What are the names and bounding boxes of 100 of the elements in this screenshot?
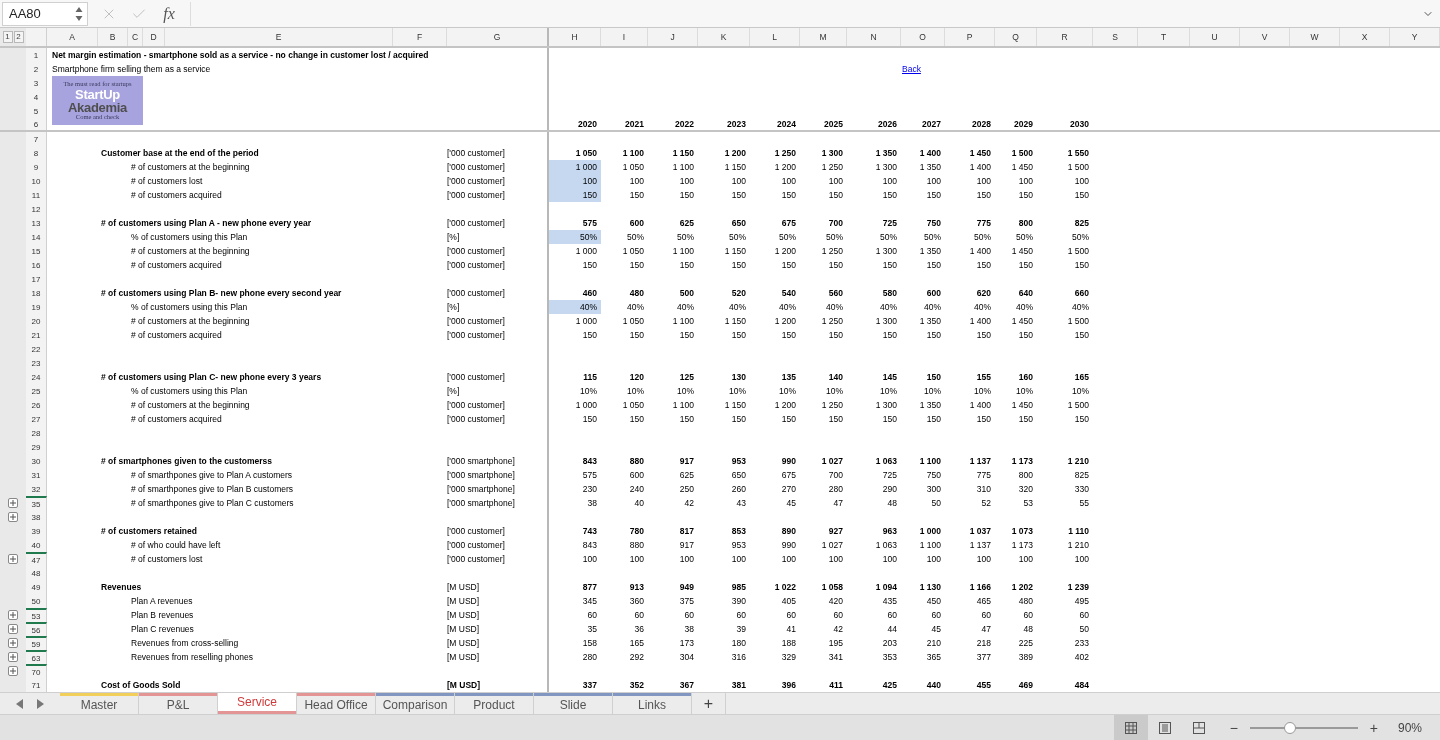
row-label: # of customers acquired: [131, 330, 222, 340]
value-cell-text: 1 050: [621, 315, 645, 328]
value-cell-text: 1 210: [1066, 455, 1090, 468]
value-cell-text: 188: [780, 637, 797, 650]
outline-level-button[interactable]: 2: [13, 31, 24, 43]
value-cell-text: 440: [925, 679, 942, 692]
previous-sheet-icon[interactable]: [16, 698, 23, 709]
row-label: # of customers at the beginning: [131, 162, 250, 172]
column-header[interactable]: O: [901, 28, 945, 46]
value-cell-text: 280: [827, 483, 844, 496]
expand-button[interactable]: [8, 638, 18, 648]
column-header[interactable]: B: [98, 28, 128, 46]
column-header[interactable]: U: [1190, 28, 1240, 46]
column-header[interactable]: P: [945, 28, 995, 46]
value-cell-text: 600: [628, 217, 645, 230]
expand-button[interactable]: [8, 652, 18, 662]
column-header[interactable]: R: [1037, 28, 1093, 46]
value-cell-text: 140: [827, 371, 844, 384]
column-header[interactable]: M: [800, 28, 847, 46]
column-header[interactable]: I: [601, 28, 648, 46]
zoom-in-button[interactable]: +: [1363, 719, 1384, 736]
column-header[interactable]: L: [750, 28, 800, 46]
next-sheet-icon[interactable]: [37, 698, 44, 709]
sheet-tab[interactable]: Service: [218, 693, 297, 714]
value-cell-text: 40%: [1015, 301, 1034, 314]
value-cell-text: 150: [1073, 413, 1090, 426]
row-number: 48: [26, 566, 47, 580]
expand-button[interactable]: [8, 498, 18, 508]
value-cell-text: 40%: [728, 301, 747, 314]
column-header[interactable]: K: [698, 28, 750, 46]
value-cell-text: 173: [678, 637, 695, 650]
value-cell-text: 316: [730, 651, 747, 664]
value-cell-text: 1 239: [1066, 581, 1090, 594]
row-label: Revenues from reselling phones: [131, 652, 253, 662]
value-cell-text: 150: [678, 259, 695, 272]
value-cell-text: 155: [975, 371, 992, 384]
column-header[interactable]: N: [847, 28, 901, 46]
value-cell-text: 1 250: [820, 315, 844, 328]
column-header[interactable]: E: [165, 28, 393, 46]
expand-button[interactable]: [8, 666, 18, 676]
expand-button[interactable]: [8, 610, 18, 620]
column-header[interactable]: W: [1290, 28, 1340, 46]
column-header[interactable]: D: [143, 28, 165, 46]
value-cell-text: 10%: [626, 385, 645, 398]
column-header[interactable]: X: [1340, 28, 1390, 46]
value-cell-text: 100: [730, 175, 747, 188]
unit-label: ['000 customer]: [447, 162, 505, 172]
value-cell-text: 100: [925, 553, 942, 566]
row-number: 20: [26, 314, 47, 328]
expand-button[interactable]: [8, 512, 18, 522]
value-cell-text: 150: [975, 413, 992, 426]
column-header[interactable]: G: [447, 28, 549, 46]
value-cell-text: 780: [628, 525, 645, 538]
value-cell-text: 1 050: [621, 245, 645, 258]
sheet-tab[interactable]: Master: [60, 693, 139, 714]
sheet-tab[interactable]: Slide: [534, 693, 613, 714]
view-button[interactable]: [1113, 714, 1148, 740]
value-cell-text: 700: [827, 469, 844, 482]
value-cell-text: 1 250: [820, 399, 844, 412]
row-number: 15: [26, 244, 47, 258]
expand-button[interactable]: [8, 554, 18, 564]
column-header[interactable]: S: [1093, 28, 1138, 46]
value-cell-text: 160: [1017, 371, 1034, 384]
expand-button[interactable]: [8, 624, 18, 634]
value-cell-text: 180: [730, 637, 747, 650]
sheet-tab[interactable]: Head Office: [297, 693, 376, 714]
row-number: 21: [26, 328, 47, 342]
spinner-icon: [75, 5, 83, 22]
value-cell-text: 260: [730, 483, 747, 496]
sheet-tab[interactable]: Product: [455, 693, 534, 714]
value-cell-text: 40%: [879, 301, 898, 314]
value-cell-text: 150: [975, 329, 992, 342]
unit-label: ['000 customer]: [447, 400, 505, 410]
value-cell-text: 990: [780, 539, 797, 552]
value-cell-text: 650: [730, 469, 747, 482]
row-number: 1: [26, 48, 47, 62]
value-cell-text: 233: [1073, 637, 1090, 650]
row-label: Revenues from cross-selling: [131, 638, 239, 648]
sheet-tab[interactable]: Comparison: [376, 693, 455, 714]
column-header[interactable]: Y: [1390, 28, 1440, 46]
value-cell-text: 150: [827, 413, 844, 426]
column-header[interactable]: A: [47, 28, 98, 46]
function-button[interactable]: fx: [154, 4, 184, 23]
column-header[interactable]: H: [549, 28, 601, 46]
value-cell-text: 52: [980, 497, 992, 510]
sheet-tab[interactable]: P&L: [139, 693, 218, 714]
name-box[interactable]: AA80: [2, 1, 88, 26]
column-header[interactable]: V: [1240, 28, 1290, 46]
column-header[interactable]: J: [648, 28, 698, 46]
zoom-out-button[interactable]: −: [1223, 719, 1244, 736]
value-cell-text: 1 200: [773, 161, 797, 174]
back-link[interactable]: Back: [902, 64, 921, 74]
value-cell-text: 150: [730, 413, 747, 426]
outline-level-button[interactable]: 1: [2, 31, 13, 43]
column-header[interactable]: Q: [995, 28, 1037, 46]
column-header[interactable]: F: [393, 28, 447, 46]
slider-thumb[interactable]: [1283, 721, 1296, 734]
column-header[interactable]: C: [128, 28, 143, 46]
sheet-tab[interactable]: Links: [613, 693, 692, 714]
column-header[interactable]: T: [1138, 28, 1190, 46]
